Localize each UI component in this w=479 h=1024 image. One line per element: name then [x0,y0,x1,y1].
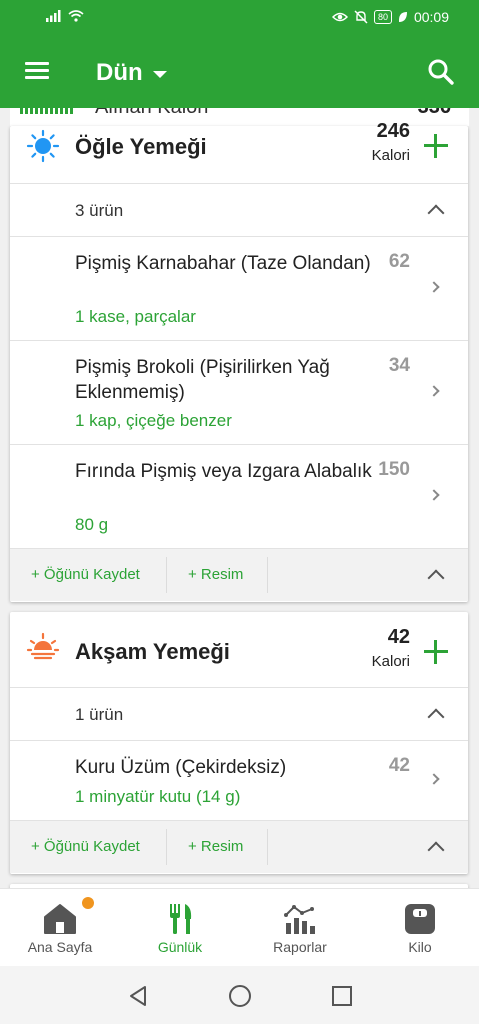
nav-weight[interactable]: Kilo [360,889,479,967]
divider [166,557,167,593]
page-title: Dün [96,59,143,86]
calorie-summary-label: Alınan Kalori [95,108,208,119]
chart-icon [284,905,315,934]
food-item[interactable]: Pişmiş Brokoli (Pişirilirken Yağ Eklenme… [10,341,468,445]
item-count-row[interactable]: 3 ürün [10,184,468,237]
save-meal-button[interactable]: + Öğünü Kaydet [31,821,140,873]
calorie-bar-icon [20,108,74,114]
meal-calories-unit: Kalori [371,653,410,670]
item-count-row[interactable]: 1 ürün [10,688,468,741]
add-food-button[interactable] [424,134,448,158]
add-photo-button[interactable]: + Resim [188,821,243,873]
meal-title: Öğle Yemeği [75,134,207,159]
divider [166,829,167,865]
item-count: 1 ürün [75,705,124,724]
nav-label: Kilo [408,939,432,955]
divider [267,829,268,865]
date-selector[interactable]: Dün [96,59,167,87]
nav-home[interactable]: Ana Sayfa [0,889,120,967]
divider [267,557,268,593]
diary-scroll-area[interactable]: Alınan Kalori 336 Öğle Yemeği 246 Kalori [0,108,479,888]
food-name: Pişmiş Karnabahar (Taze Olandan) [75,253,371,274]
meal-calories: 246 Kalori [372,120,410,164]
meal-calories-unit: Kalori [371,147,410,164]
meal-actions-bar: + Öğünü Kaydet + Resim [10,549,468,601]
food-item[interactable]: Fırında Pişmiş veya Izgara Alabalık 150 … [10,445,468,549]
food-serving: 80 g [75,515,109,534]
chevron-up-icon[interactable] [427,708,445,726]
nav-label: Raporlar [273,939,327,955]
back-icon[interactable] [126,984,150,1008]
mute-icon [354,10,368,24]
recents-icon[interactable] [330,984,354,1008]
food-calories: 42 [388,755,410,776]
collapse-chevron-up-icon[interactable] [427,569,445,587]
chevron-right-icon [428,489,440,501]
sun-icon [26,129,60,163]
home-icon [44,904,76,934]
food-serving: 1 minyatür kutu (14 g) [75,787,241,806]
nav-label: Ana Sayfa [27,939,93,955]
food-serving: 1 kase, parçalar [75,307,196,326]
meal-header: Akşam Yemeği 42 Kalori [10,612,468,688]
food-name: Kuru Üzüm (Çekirdeksiz) [75,757,287,778]
meal-calories: 42 Kalori [372,626,410,670]
nav-label: Günlük [157,939,203,955]
food-serving: 1 kap, çiçeğe benzer [75,411,232,430]
food-item[interactable]: Kuru Üzüm (Çekirdeksiz) 42 1 minyatür ku… [10,741,468,821]
chevron-down-icon [152,70,167,78]
chevron-right-icon [428,281,440,293]
leaf-icon [398,12,407,22]
add-food-button[interactable] [424,640,448,664]
meal-header: Öğle Yemeği 246 Kalori [10,120,468,184]
chevron-right-icon [428,385,440,397]
food-calories: 150 [378,459,410,480]
fork-knife-icon [170,904,192,934]
wifi-icon [68,10,84,22]
collapse-chevron-up-icon[interactable] [427,841,445,859]
add-photo-button[interactable]: + Resim [188,549,243,601]
scale-icon [405,904,435,934]
bottom-navigation: Ana Sayfa Günlük Raporlar Kilo [0,888,479,966]
save-meal-button[interactable]: + Öğünü Kaydet [31,549,140,601]
battery-icon: 80 [373,10,392,24]
clock: 00:09 [413,9,449,25]
food-calories: 62 [388,251,410,272]
chevron-right-icon [428,773,440,785]
meal-actions-bar: + Öğünü Kaydet + Resim [10,821,468,873]
app-bar: Dün [0,36,479,108]
nav-diary[interactable]: Günlük [120,889,240,967]
nav-reports[interactable]: Raporlar [240,889,360,967]
chevron-up-icon[interactable] [427,204,445,222]
item-count: 3 ürün [75,201,124,220]
hamburger-menu-icon[interactable] [25,62,49,80]
home-circle-icon[interactable] [228,984,252,1008]
notification-badge [82,897,94,909]
meal-card-dinner: Akşam Yemeği 42 Kalori 1 ürün Kuru Üzüm … [10,612,468,874]
meal-calories-value: 246 [376,120,410,142]
food-name: Fırında Pişmiş veya Izgara Alabalık [75,461,372,482]
meal-card-lunch: Öğle Yemeği 246 Kalori 3 ürün Pişmiş Kar… [10,120,468,602]
calorie-summary-value: 336 [418,108,451,119]
sunset-icon [26,632,60,660]
food-item[interactable]: Pişmiş Karnabahar (Taze Olandan) 62 1 ka… [10,237,468,341]
eye-icon [331,12,348,22]
system-navigation-bar [0,966,479,1024]
search-icon[interactable] [427,58,455,86]
food-name: Pişmiş Brokoli (Pişirilirken Yağ Eklenme… [75,357,330,403]
meal-title: Akşam Yemeği [75,639,230,664]
status-bar: 80 00:09 [0,0,479,36]
meal-calories-value: 42 [387,626,410,648]
food-calories: 34 [388,355,410,376]
signal-icon [46,10,61,22]
